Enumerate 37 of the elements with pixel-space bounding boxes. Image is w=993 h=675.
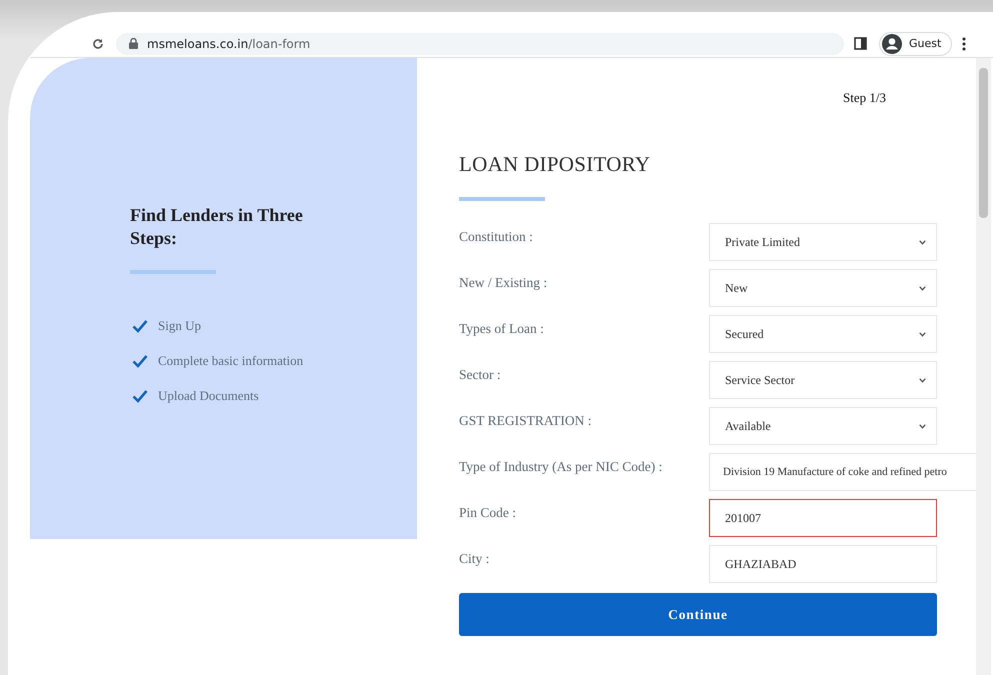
chevron-icon	[919, 378, 926, 382]
reload-icon[interactable]	[92, 38, 104, 50]
profile-button[interactable]: Guest	[879, 32, 952, 56]
address-bar[interactable]: msmeloans.co.in/loan-form	[116, 32, 844, 54]
step-label: Upload Documents	[158, 388, 259, 404]
continue-button[interactable]: Continue	[459, 593, 937, 636]
field-label: New / Existing :	[459, 274, 548, 292]
side-panel-icon[interactable]	[854, 37, 867, 50]
field-label: Pin Code :	[459, 504, 516, 522]
select-field[interactable]: Available	[709, 407, 937, 445]
field-label: Type of Industry (As per NIC Code) :	[459, 458, 662, 476]
url-text: msmeloans.co.in/loan-form	[147, 36, 310, 50]
step-label: Complete basic information	[158, 352, 304, 368]
field-label: Constitution :	[459, 228, 533, 246]
lock-icon	[129, 38, 138, 49]
select-field[interactable]: New	[709, 269, 937, 307]
avatar-icon	[882, 34, 902, 54]
menu-icon[interactable]	[962, 36, 966, 50]
chevron-icon	[919, 424, 926, 428]
form-title: LOAN DIPOSITORY	[459, 152, 652, 177]
field-label: Sector :	[459, 366, 501, 384]
scrollbar[interactable]	[976, 58, 991, 675]
input-field[interactable]: GHAZIABAD	[709, 545, 937, 583]
panel-heading: Find Lenders in Three Steps:	[130, 204, 304, 250]
select-field[interactable]: Service Sector	[709, 361, 937, 399]
chevron-icon	[919, 240, 926, 244]
select-field[interactable]: Private Limited	[709, 223, 937, 261]
step-label: Sign Up	[158, 318, 201, 334]
step-indicator: Step 1/3	[843, 90, 886, 106]
chevron-icon	[919, 332, 926, 336]
field-label: City :	[459, 550, 490, 568]
field-label: GST REGISTRATION :	[459, 412, 592, 430]
chevron-icon	[919, 286, 926, 290]
field-label: Types of Loan :	[459, 320, 544, 338]
select-field[interactable]: Division 19 Manufacture of coke and refined petro	[709, 453, 976, 491]
select-field[interactable]: Secured	[709, 315, 937, 353]
input-field[interactable]: 201007	[709, 499, 937, 537]
